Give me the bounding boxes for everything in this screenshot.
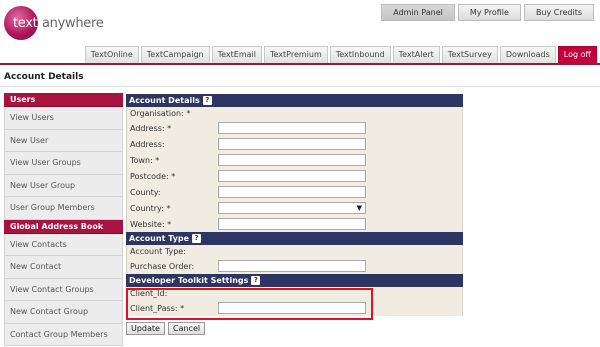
account-type-row: Account Type: — [127, 245, 462, 258]
organisation-row: Organisation: * — [127, 107, 462, 120]
sidebar-item-user-group-members[interactable]: User Group Members — [4, 197, 123, 220]
sidebar-item-view-users[interactable]: View Users — [4, 107, 123, 130]
town-input[interactable] — [218, 154, 366, 166]
organisation-label: Organisation: * — [130, 109, 191, 118]
tab-textpremium[interactable]: TextPremium — [263, 46, 328, 63]
county-input[interactable] — [218, 186, 366, 198]
top-nav: Admin Panel My Profile Buy Credits — [381, 4, 594, 21]
website-label: Website: * — [130, 219, 172, 229]
address2-row: Address: — [127, 136, 462, 152]
account-form: Account Details ? Organisation: * Addres… — [126, 94, 463, 316]
tab-textsurvey[interactable]: TextSurvey — [441, 46, 498, 63]
purchase-order-input[interactable] — [218, 260, 366, 272]
sidebar-item-view-contact-groups[interactable]: View Contact Groups — [4, 278, 123, 301]
account-details-header: Account Details ? — [126, 94, 463, 107]
cancel-button[interactable]: Cancel — [167, 322, 206, 335]
logo-text-b: anywhere — [42, 16, 104, 31]
county-label: County: — [130, 187, 161, 197]
sidebar-item-view-contacts[interactable]: View Contacts — [4, 233, 123, 256]
tab-textinbound[interactable]: TextInbound — [329, 46, 391, 63]
title-divider — [0, 86, 600, 87]
tab-downloads[interactable]: Downloads — [499, 46, 556, 63]
address1-label: Address: * — [130, 123, 172, 133]
sidebar-item-new-user[interactable]: New User — [4, 129, 123, 152]
sidebar-item-new-user-group[interactable]: New User Group — [4, 174, 123, 197]
help-icon[interactable]: ? — [192, 234, 202, 243]
postcode-label: Postcode: * — [130, 171, 176, 181]
my-profile-button[interactable]: My Profile — [457, 4, 521, 21]
developer-toolkit-title: Developer Toolkit Settings — [129, 276, 249, 285]
address2-input[interactable] — [218, 138, 366, 150]
account-type-title: Account Type — [129, 234, 190, 243]
tab-divider — [0, 63, 600, 65]
help-icon[interactable]: ? — [251, 276, 261, 285]
page-title: Account Details — [4, 72, 84, 82]
account-details-title: Account Details — [129, 96, 200, 105]
textanywhere-logo[interactable]: text anywhere — [4, 6, 124, 40]
town-label: Town: * — [130, 155, 160, 165]
account-type-label: Account Type: — [130, 247, 186, 256]
tab-textalert[interactable]: TextAlert — [392, 46, 440, 63]
log-off-button[interactable]: Log off — [557, 46, 597, 63]
sidebar-item-new-contact-group[interactable]: New Contact Group — [4, 301, 123, 324]
address1-row: Address: * — [127, 120, 462, 136]
country-row: Country: * ▼ — [127, 200, 462, 216]
country-label: Country: * — [130, 203, 171, 213]
sidebar-header-global-address-book: Global Address Book — [4, 219, 123, 234]
postcode-row: Postcode: * — [127, 168, 462, 184]
purchase-order-row: Purchase Order: — [127, 258, 462, 274]
buy-credits-button[interactable]: Buy Credits — [523, 4, 594, 21]
sidebar-header-users: Users — [4, 93, 123, 107]
tab-textcampaign[interactable]: TextCampaign — [140, 46, 210, 63]
tab-textemail[interactable]: TextEmail — [211, 46, 262, 63]
account-details-section: Organisation: * Address: * Address: Town… — [126, 107, 463, 232]
product-tabs: TextOnline TextCampaign TextEmail TextPr… — [84, 46, 597, 63]
town-row: Town: * — [127, 152, 462, 168]
developer-toolkit-header: Developer Toolkit Settings ? — [126, 274, 463, 287]
help-icon[interactable]: ? — [202, 96, 212, 105]
address1-input[interactable] — [218, 122, 366, 134]
highlight-box — [126, 288, 373, 320]
county-row: County: — [127, 184, 462, 200]
sidebar-item-view-user-groups[interactable]: View User Groups — [4, 152, 123, 175]
country-select[interactable]: ▼ — [218, 202, 366, 214]
form-actions: Update Cancel — [126, 322, 206, 335]
sidebar: Users View Users New User View User Grou… — [4, 93, 123, 346]
website-row: Website: * — [127, 216, 462, 232]
account-type-section: Account Type: Purchase Order: — [126, 245, 463, 274]
admin-panel-button[interactable]: Admin Panel — [381, 4, 455, 21]
purchase-order-label: Purchase Order: — [130, 261, 195, 271]
account-type-header: Account Type ? — [126, 232, 463, 245]
sidebar-item-contact-group-members[interactable]: Contact Group Members — [4, 323, 123, 346]
chevron-down-icon: ▼ — [356, 204, 362, 212]
website-input[interactable] — [218, 218, 366, 230]
address2-label: Address: — [130, 139, 165, 149]
logo-text-a: text — [13, 16, 38, 31]
tab-textonline[interactable]: TextOnline — [84, 46, 139, 63]
update-button[interactable]: Update — [126, 322, 165, 335]
sidebar-item-new-contact[interactable]: New Contact — [4, 256, 123, 279]
postcode-input[interactable] — [218, 170, 366, 182]
